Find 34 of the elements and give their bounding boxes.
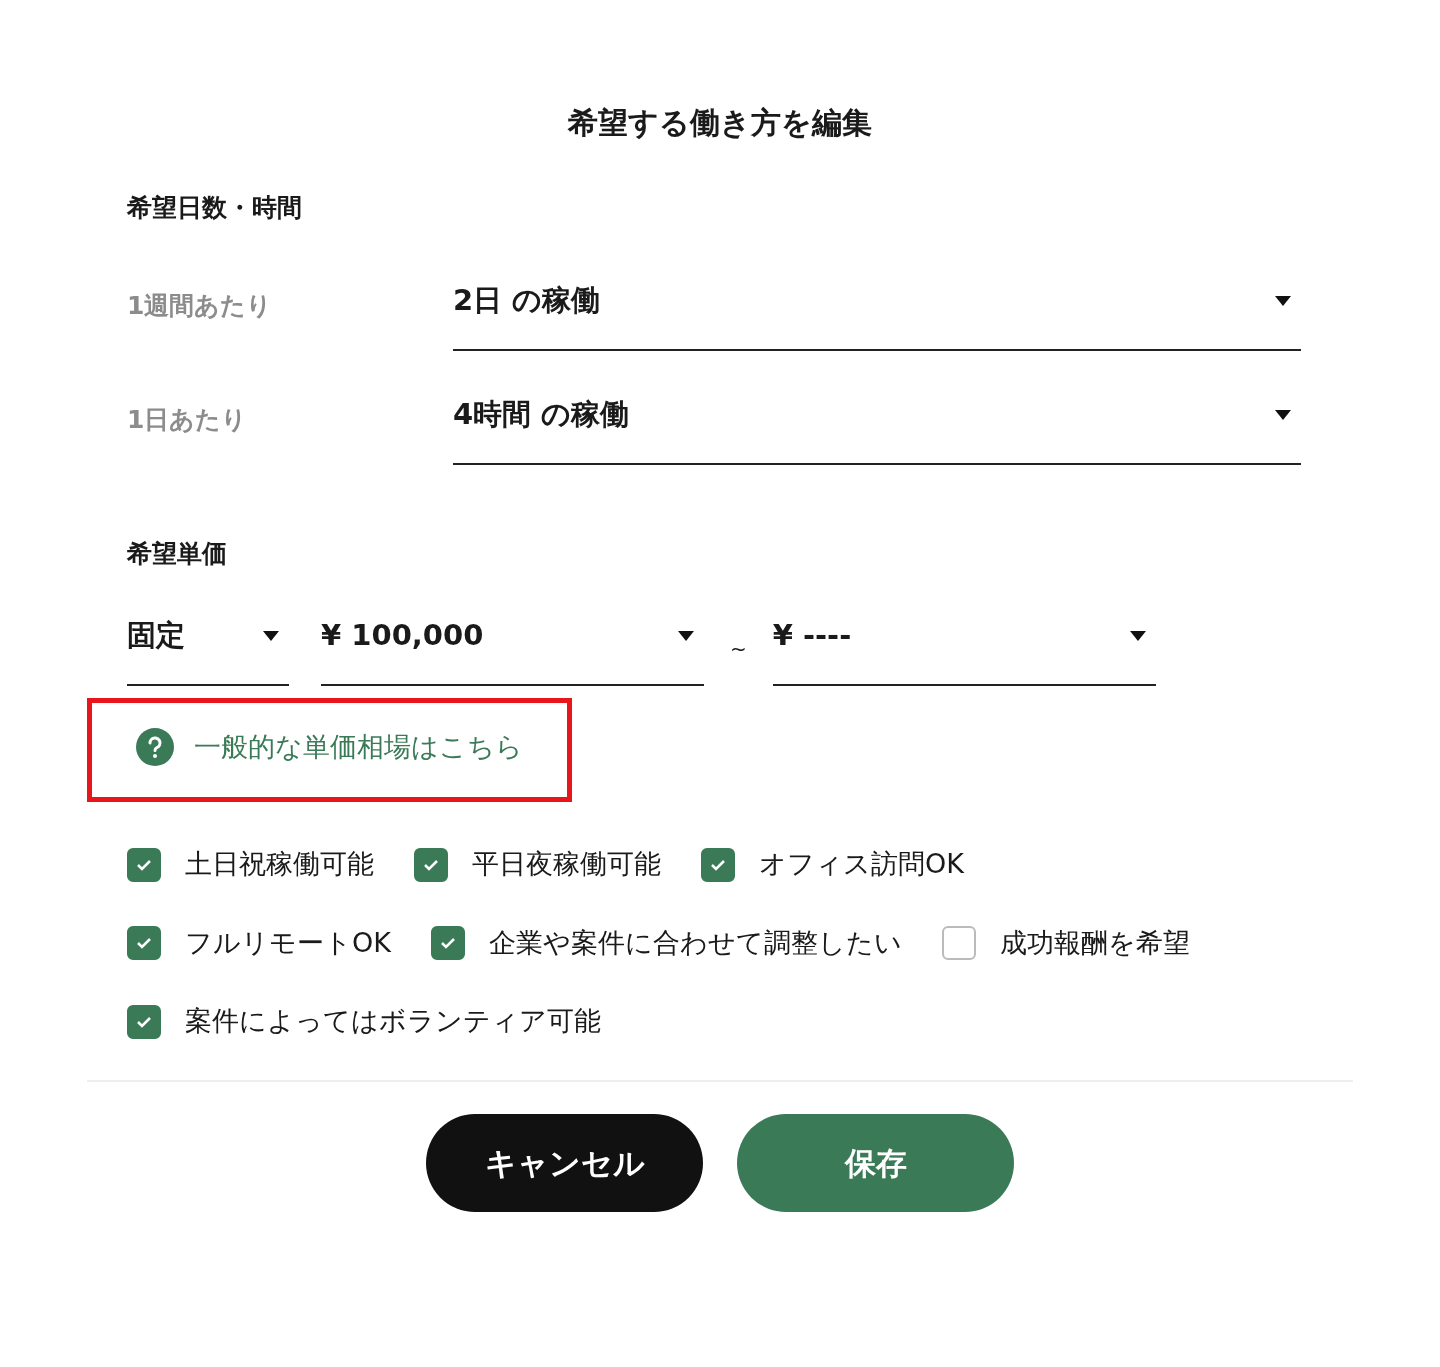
select-field[interactable]: 固定 [127, 602, 289, 686]
checkbox-label: 成功報酬を希望 [999, 925, 1190, 960]
field-label: 1週間あたり [127, 289, 274, 322]
section-heading: 希望日数・時間 [127, 192, 303, 224]
select-field[interactable]: 4時間 の稼働 [453, 380, 1301, 465]
checkbox[interactable] [941, 926, 976, 960]
checkbox[interactable] [127, 926, 161, 960]
caret-icon [1275, 409, 1291, 420]
range-separator: ~ [730, 636, 747, 663]
checkbox-label: 平日夜稼働可能 [472, 847, 661, 882]
checkbox-label: 土日祝稼働可能 [185, 847, 374, 882]
caret-icon [1275, 295, 1291, 306]
checkbox-label: 企業や案件に合わせて調整したい [488, 925, 902, 960]
caret-icon [263, 631, 279, 641]
checkbox-label: フルリモートOK [185, 925, 391, 960]
cancel-button[interactable]: キャンセル [426, 1113, 703, 1212]
checkbox[interactable] [127, 1004, 161, 1039]
checkbox-label: オフィス訪問OK [759, 847, 964, 882]
save-button[interactable]: 保存 [737, 1113, 1014, 1212]
dialog-title: 希望する働き方を編集 [566, 104, 873, 142]
field-label: 1日あたり [127, 403, 249, 436]
help-link[interactable]: 一般的な単価相場はこちら [136, 727, 523, 768]
checkbox[interactable] [127, 847, 161, 882]
help-icon [136, 728, 174, 767]
select-field[interactable]: ¥ 100,000 [321, 602, 704, 686]
select-field[interactable]: 2日 の稼働 [453, 266, 1301, 351]
checkbox[interactable] [414, 847, 448, 882]
section-heading: 希望単価 [127, 537, 228, 570]
caret-icon [1129, 631, 1146, 641]
checkbox[interactable] [701, 847, 735, 882]
select-field[interactable]: ¥ ---- [772, 602, 1156, 686]
caret-icon [678, 631, 694, 641]
checkbox[interactable] [430, 926, 465, 960]
checkbox-label: 案件によってはボランティア可能 [185, 1004, 601, 1039]
